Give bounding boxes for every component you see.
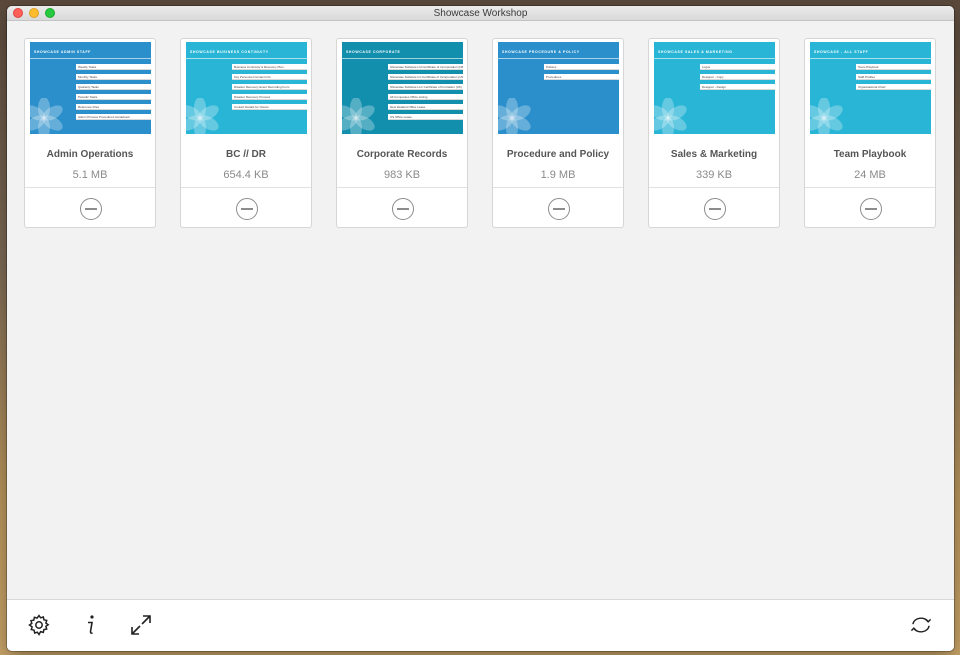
bottom-toolbar: [7, 599, 954, 651]
thumbnail-row: Logos: [700, 64, 775, 70]
thumbnail-row: Admin Process Procedures Guidebook: [76, 114, 151, 120]
showcase-thumbnail[interactable]: SHOWCASE SALES & MARKETING Logos Designer …: [654, 42, 775, 134]
thumbnail-row-list: Team Playbook Staff Profiles Organisationa…: [856, 64, 931, 94]
thumbnail-row: Quarterly Tasks: [76, 84, 151, 90]
minimize-window-button[interactable]: [29, 8, 39, 18]
showcase-thumbnail[interactable]: SHOWCASE - ALL STAFF Team Playbook Staff P…: [810, 42, 931, 134]
showcase-name: BC // DR: [226, 149, 266, 160]
showcase-grid-area: SHOWCASE ADMIN STAFF Weekly Tasks Monthly …: [7, 22, 954, 599]
remove-showcase-button[interactable]: [704, 198, 726, 220]
thumbnail-row: Periodic Tasks: [76, 94, 151, 100]
minus-icon: [865, 208, 877, 210]
remove-showcase-button[interactable]: [860, 198, 882, 220]
thumbnail-title: SHOWCASE PROCEDURE & POLICY: [502, 50, 580, 54]
showcase-card[interactable]: SHOWCASE ADMIN STAFF Weekly Tasks Monthly …: [24, 38, 156, 228]
logo-flower-icon: [30, 98, 63, 134]
showcase-size: 5.1 MB: [72, 169, 108, 181]
thumbnail-row-list: Logos Designer - Copy Designer - Design: [700, 64, 775, 94]
thumbnail-row: Disaster Recovery Process: [232, 94, 307, 100]
app-window: Showcase Workshop SHOWCASE ADMIN STAFF We…: [7, 6, 954, 651]
zoom-window-button[interactable]: [45, 8, 55, 18]
minus-icon: [397, 208, 409, 210]
showcase-name: Team Playbook: [833, 149, 907, 160]
logo-flower-icon: [186, 98, 219, 134]
minus-icon: [241, 208, 253, 210]
thumbnail-row: Designer - Design: [700, 84, 775, 90]
card-divider: [25, 187, 155, 188]
thumbnail-row: Organisational Chart: [856, 84, 931, 90]
showcase-card[interactable]: SHOWCASE SALES & MARKETING Logos Designer …: [648, 38, 780, 228]
info-icon[interactable]: [79, 613, 103, 637]
logo-flower-icon: [498, 98, 531, 134]
window-controls: [13, 8, 55, 18]
logo-flower-icon: [810, 98, 843, 134]
thumbnail-row: Contact Details for Clients: [232, 104, 307, 110]
thumbnail-row: Showcase Software LLC Certificate of For…: [388, 84, 463, 90]
thumbnail-row: Procedures: [544, 74, 619, 80]
card-divider: [649, 187, 779, 188]
minus-icon: [85, 208, 97, 210]
thumbnail-row: Key Personnel Contact Info: [232, 74, 307, 80]
thumbnail-row: Disaster Recovery Event Recording Form: [232, 84, 307, 90]
thumbnail-row-list: Policies Procedures: [544, 64, 619, 84]
thumbnail-row: Designer - Copy: [700, 74, 775, 80]
showcase-card[interactable]: SHOWCASE BUSINESS CONTINUITY Business Con…: [180, 38, 312, 228]
thumbnail-row: New Zealand Office Lease: [388, 104, 463, 110]
remove-showcase-button[interactable]: [548, 198, 570, 220]
showcase-thumbnail[interactable]: SHOWCASE BUSINESS CONTINUITY Business Con…: [186, 42, 307, 134]
close-window-button[interactable]: [13, 8, 23, 18]
thumbnail-row-list: Business Continuity & Recovery Plan Key P…: [232, 64, 307, 114]
thumbnail-row-list: Showcase Software Ltd Certificate of Inc…: [388, 64, 463, 124]
thumbnail-row: Showcase Software Inc Certificate of Inc…: [388, 74, 463, 80]
settings-gear-icon[interactable]: [27, 613, 51, 637]
logo-flower-icon: [654, 98, 687, 134]
thumbnail-row: Weekly Tasks: [76, 64, 151, 70]
showcase-size: 654.4 KB: [223, 169, 269, 181]
showcase-name: Admin Operations: [46, 149, 134, 160]
remove-showcase-button[interactable]: [80, 198, 102, 220]
card-divider: [493, 187, 623, 188]
thumbnail-title: SHOWCASE SALES & MARKETING: [658, 50, 733, 54]
showcase-size: 1.9 MB: [540, 169, 576, 181]
thumbnail-row: Team Playbook: [856, 64, 931, 70]
logo-flower-icon: [342, 98, 375, 134]
sync-icon[interactable]: [909, 613, 939, 637]
minus-icon: [553, 208, 565, 210]
card-divider: [805, 187, 935, 188]
showcase-thumbnail[interactable]: SHOWCASE PROCEDURE & POLICY Policies Proce…: [498, 42, 619, 134]
fullscreen-icon[interactable]: [129, 613, 153, 637]
thumbnail-row: All Companies Office Listing: [388, 94, 463, 100]
thumbnail-title: SHOWCASE CORPORATE: [346, 50, 401, 54]
showcase-name: Procedure and Policy: [506, 149, 610, 160]
showcase-name: Corporate Records: [356, 149, 448, 160]
thumbnail-row: Policies: [544, 64, 619, 70]
remove-showcase-button[interactable]: [236, 198, 258, 220]
showcase-card[interactable]: SHOWCASE CORPORATE Showcase Software Ltd …: [336, 38, 468, 228]
showcase-card[interactable]: SHOWCASE - ALL STAFF Team Playbook Staff P…: [804, 38, 936, 228]
showcase-size: 339 KB: [695, 169, 733, 181]
showcase-thumbnail[interactable]: SHOWCASE ADMIN STAFF Weekly Tasks Monthly …: [30, 42, 151, 134]
thumbnail-row: Business Continuity & Recovery Plan: [232, 64, 307, 70]
thumbnail-row: Showcase Software Ltd Certificate of Inc…: [388, 64, 463, 70]
minus-icon: [709, 208, 721, 210]
thumbnail-row: Staff Profiles: [856, 74, 931, 80]
showcase-name: Sales & Marketing: [670, 149, 758, 160]
thumbnail-row: Reference Files: [76, 104, 151, 110]
window-title: Showcase Workshop: [433, 7, 528, 19]
card-divider: [181, 187, 311, 188]
showcase-card-list: SHOWCASE ADMIN STAFF Weekly Tasks Monthly …: [24, 38, 936, 228]
thumbnail-title: SHOWCASE ADMIN STAFF: [34, 50, 91, 54]
title-bar: Showcase Workshop: [7, 6, 954, 21]
thumbnail-row: Monthly Tasks: [76, 74, 151, 80]
showcase-size: 24 MB: [854, 169, 886, 181]
thumbnail-title: SHOWCASE - ALL STAFF: [814, 50, 869, 54]
thumbnail-row: US Office Lease: [388, 114, 463, 120]
card-divider: [337, 187, 467, 188]
thumbnail-row-list: Weekly Tasks Monthly Tasks Quarterly Tasks…: [76, 64, 151, 124]
showcase-card[interactable]: SHOWCASE PROCEDURE & POLICY Policies Proce…: [492, 38, 624, 228]
showcase-thumbnail[interactable]: SHOWCASE CORPORATE Showcase Software Ltd …: [342, 42, 463, 134]
showcase-size: 983 KB: [383, 169, 421, 181]
remove-showcase-button[interactable]: [392, 198, 414, 220]
thumbnail-title: SHOWCASE BUSINESS CONTINUITY: [190, 50, 269, 54]
